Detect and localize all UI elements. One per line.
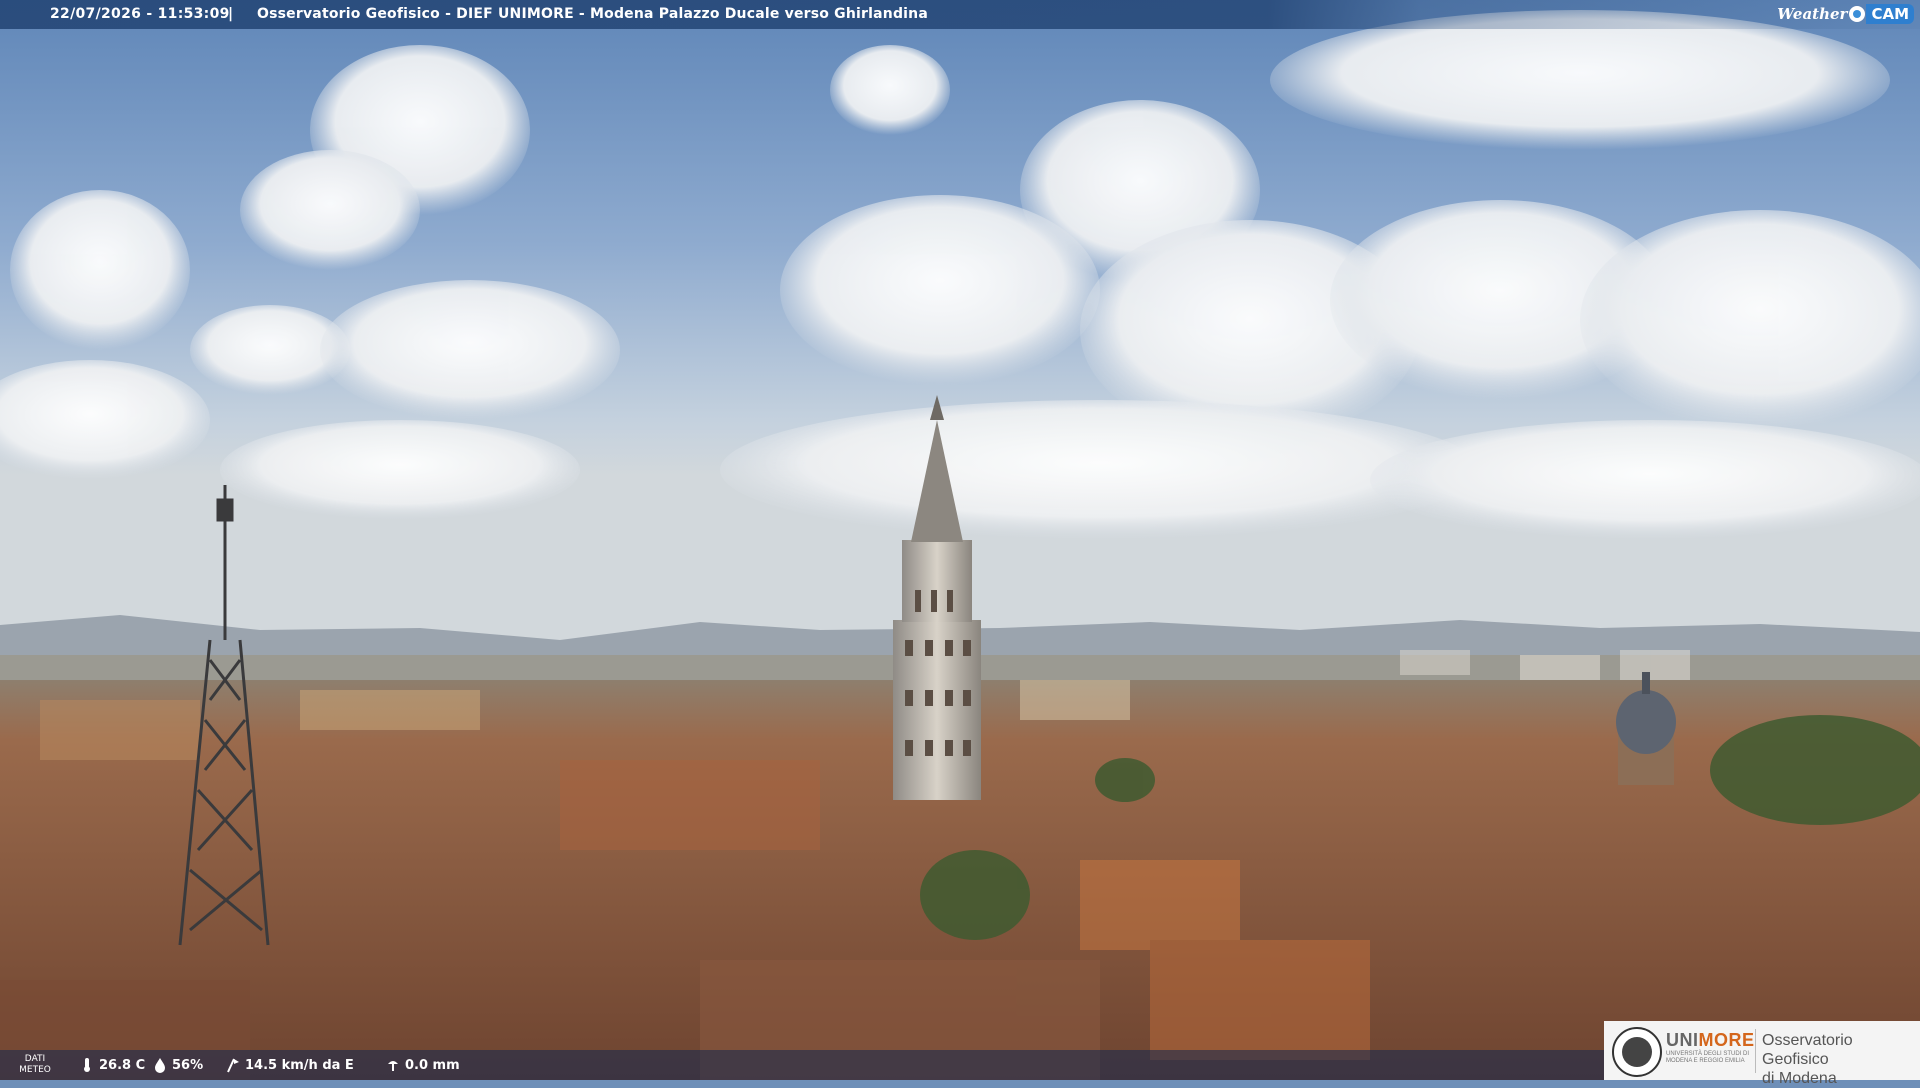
webcam-scene bbox=[0, 0, 1920, 1080]
brand-cam: CAM bbox=[1866, 4, 1914, 24]
meteo-label: DATI METEO bbox=[18, 1054, 52, 1076]
camera-lens-icon bbox=[1849, 6, 1866, 22]
unimore-wordmark: UNIMORE bbox=[1666, 1030, 1755, 1051]
humidity-reading: 56% bbox=[153, 1050, 203, 1080]
unimore-subtitle: UNIVERSITÀ DEGLI STUDI DI MODENA E REGGI… bbox=[1666, 1051, 1750, 1064]
timestamp: 22/07/2026 - 11:53:09 bbox=[50, 6, 230, 22]
university-seal-icon bbox=[1612, 1027, 1662, 1077]
rain-reading: 0.0 mm bbox=[386, 1050, 460, 1080]
logo-divider bbox=[1755, 1029, 1756, 1073]
rain-gauge-icon bbox=[388, 1061, 398, 1071]
humidity-value: 56% bbox=[172, 1057, 204, 1073]
brand-weather: Weather bbox=[1777, 4, 1848, 23]
humidity-drop-icon bbox=[155, 1058, 165, 1073]
meteo-strip: DATI METEO 26.8 C 56% 14.5 km/h da E 0.0… bbox=[0, 1050, 1605, 1080]
rain-value: 0.0 mm bbox=[405, 1057, 460, 1073]
wind-value: 14.5 km/h da E bbox=[245, 1057, 354, 1073]
unimore-part1: UNI bbox=[1666, 1030, 1699, 1050]
observatory-name: Osservatorio Geofisico di Modena bbox=[1762, 1031, 1920, 1088]
observatory-line2: di Modena bbox=[1762, 1070, 1837, 1087]
unimore-logo-panel: UNIMORE UNIVERSITÀ DEGLI STUDI DI MODENA… bbox=[1604, 1021, 1920, 1087]
wind-reading: 14.5 km/h da E bbox=[226, 1050, 354, 1080]
weathercam-logo: Weather CAM bbox=[1777, 3, 1914, 25]
meteo-label-line2: METEO bbox=[19, 1065, 51, 1075]
meteo-label-line1: DATI bbox=[24, 1054, 46, 1064]
observatory-line1: Osservatorio Geofisico bbox=[1762, 1032, 1853, 1068]
thermometer-icon bbox=[84, 1058, 90, 1072]
temperature-value: 26.8 C bbox=[99, 1057, 146, 1073]
wind-icon bbox=[227, 1058, 239, 1073]
camera-title: Osservatorio Geofisico - DIEF UNIMORE - … bbox=[257, 6, 928, 22]
unimore-part2: MORE bbox=[1698, 1030, 1755, 1050]
separator: | bbox=[228, 6, 234, 22]
temperature-reading: 26.8 C bbox=[80, 1050, 145, 1080]
info-bar: 22/07/2026 - 11:53:09 | Osservatorio Geo… bbox=[0, 0, 1920, 29]
